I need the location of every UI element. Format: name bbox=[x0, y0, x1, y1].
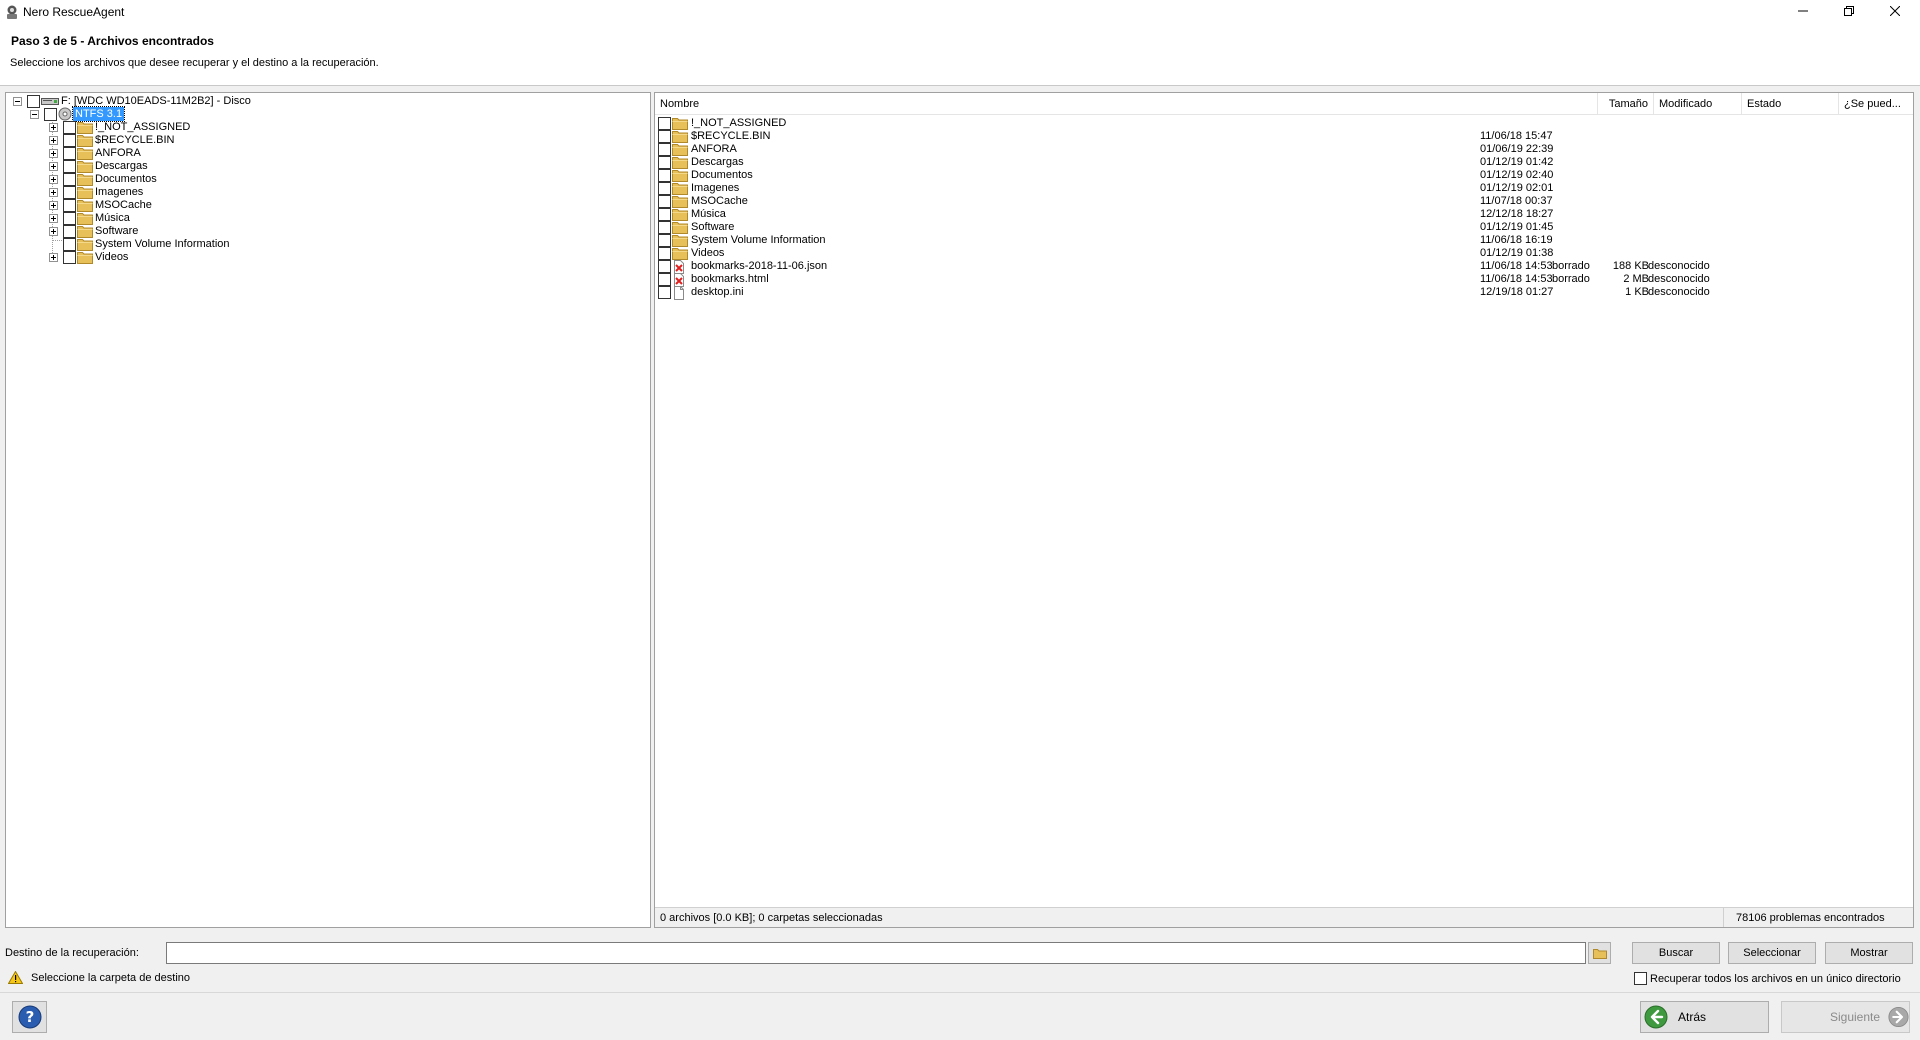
app-icon bbox=[7, 5, 17, 19]
item-name: Software bbox=[691, 221, 735, 233]
restore-button[interactable] bbox=[1826, 0, 1872, 22]
next-button[interactable]: Siguiente bbox=[1781, 1001, 1910, 1033]
file-list[interactable]: Nombre Tamaño Modificado Estado ¿Se pued… bbox=[654, 92, 1914, 928]
bottom-divider bbox=[0, 992, 1920, 993]
restore-icon bbox=[1844, 6, 1854, 16]
expand-icon[interactable] bbox=[49, 161, 58, 171]
folder-tree[interactable]: F: [WDC WD10EADS-11M2B2] - Disco NTFS 3.… bbox=[5, 92, 651, 928]
item-modified: 01/12/19 02:40 bbox=[1480, 169, 1554, 181]
column-name-header[interactable]: Nombre bbox=[655, 93, 1598, 115]
wizard-header: Paso 3 de 5 - Archivos encontrados Selec… bbox=[0, 24, 1920, 86]
next-label: Siguiente bbox=[1830, 1010, 1881, 1024]
expand-icon[interactable] bbox=[49, 252, 58, 262]
back-arrow-icon bbox=[1644, 1005, 1668, 1029]
list-status-bar: 0 archivos [0.0 KB]; 0 carpetas seleccio… bbox=[655, 907, 1913, 927]
item-state: borrado bbox=[1552, 273, 1590, 285]
show-button[interactable]: Mostrar bbox=[1825, 942, 1913, 964]
item-modified: 11/06/18 14:53 bbox=[1480, 260, 1553, 272]
window-title: Nero RescueAgent bbox=[23, 5, 125, 19]
item-recoverable: desconocido bbox=[1648, 260, 1710, 272]
select-button[interactable]: Seleccionar bbox=[1728, 942, 1816, 964]
minimize-icon bbox=[1798, 10, 1808, 12]
column-state-header[interactable]: Estado bbox=[1742, 93, 1839, 115]
item-name: ANFORA bbox=[691, 143, 737, 155]
item-name: Documentos bbox=[691, 169, 753, 181]
item-modified: 11/07/18 00:37 bbox=[1480, 195, 1553, 207]
item-name: !_NOT_ASSIGNED bbox=[691, 117, 787, 129]
warning-icon bbox=[8, 971, 23, 984]
item-modified: 01/12/19 02:01 bbox=[1480, 182, 1554, 194]
bottom-panel: Destino de la recuperación: Buscar Selec… bbox=[0, 934, 1920, 1040]
step-title: Paso 3 de 5 - Archivos encontrados bbox=[11, 34, 214, 48]
step-subtitle: Seleccione los archivos que desee recupe… bbox=[10, 57, 379, 69]
item-state: borrado bbox=[1552, 260, 1590, 272]
item-name: MSOCache bbox=[691, 195, 748, 207]
list-header: Nombre Tamaño Modificado Estado ¿Se pued… bbox=[655, 93, 1913, 115]
back-button[interactable]: Atrás bbox=[1640, 1001, 1769, 1033]
browse-folder-button[interactable] bbox=[1588, 942, 1611, 964]
folder-icon bbox=[77, 251, 93, 264]
item-recoverable: desconocido bbox=[1648, 286, 1710, 298]
problems-status-box: 78106 problemas encontrados bbox=[1723, 908, 1913, 927]
destination-input[interactable] bbox=[166, 942, 1586, 964]
search-button[interactable]: Buscar bbox=[1632, 942, 1720, 964]
expand-icon[interactable] bbox=[49, 135, 58, 145]
expand-icon[interactable] bbox=[49, 174, 58, 184]
item-name: System Volume Information bbox=[691, 234, 826, 246]
collapse-icon[interactable] bbox=[13, 96, 22, 106]
item-name: $RECYCLE.BIN bbox=[691, 130, 771, 142]
item-modified: 11/06/18 14:53 bbox=[1480, 273, 1553, 285]
next-arrow-icon bbox=[1888, 1006, 1909, 1028]
item-modified: 01/12/19 01:45 bbox=[1480, 221, 1554, 233]
single-directory-checkbox[interactable] bbox=[1634, 972, 1647, 985]
minimize-button[interactable] bbox=[1780, 0, 1826, 22]
help-button[interactable]: ? bbox=[12, 1001, 47, 1033]
item-name: Videos bbox=[691, 247, 725, 259]
single-directory-option[interactable]: Recuperar todos los archivos en un único… bbox=[1634, 972, 1901, 985]
item-modified: 12/12/18 18:27 bbox=[1480, 208, 1554, 220]
list-item[interactable]: desktop.ini 1 KB 12/19/18 01:27 desconocido bbox=[655, 285, 1913, 301]
item-name: Música bbox=[691, 208, 726, 220]
collapse-icon[interactable] bbox=[30, 109, 39, 119]
warning-text: Seleccione la carpeta de destino bbox=[31, 971, 190, 984]
main-area: F: [WDC WD10EADS-11M2B2] - Disco NTFS 3.… bbox=[0, 86, 1920, 934]
item-modified: 12/19/18 01:27 bbox=[1480, 286, 1554, 298]
expand-icon[interactable] bbox=[49, 200, 58, 210]
title-bar: Nero RescueAgent bbox=[0, 0, 1920, 24]
close-button[interactable] bbox=[1872, 0, 1918, 22]
help-icon: ? bbox=[18, 1005, 41, 1029]
item-name: Descargas bbox=[691, 156, 744, 168]
item-modified: 01/12/19 01:38 bbox=[1480, 247, 1554, 259]
folder-label: Videos bbox=[95, 251, 129, 263]
back-label: Atrás bbox=[1678, 1010, 1707, 1024]
tree-node-folder[interactable]: Videos bbox=[49, 249, 130, 265]
single-directory-label: Recuperar todos los archivos en un único… bbox=[1650, 972, 1901, 985]
expand-icon[interactable] bbox=[49, 226, 58, 236]
close-icon bbox=[1890, 6, 1900, 16]
folder-checkbox[interactable] bbox=[63, 250, 76, 264]
expand-icon[interactable] bbox=[49, 122, 58, 132]
destination-label: Destino de la recuperación: bbox=[5, 947, 139, 959]
item-modified: 01/06/19 22:39 bbox=[1480, 143, 1554, 155]
folder-icon bbox=[1592, 949, 1607, 959]
column-size-header[interactable]: Tamaño bbox=[1598, 93, 1654, 115]
svg-text:?: ? bbox=[25, 1008, 34, 1026]
column-modified-header[interactable]: Modificado bbox=[1654, 93, 1742, 115]
expand-icon[interactable] bbox=[49, 148, 58, 158]
item-modified: 11/06/18 16:19 bbox=[1480, 234, 1553, 246]
item-name: Imagenes bbox=[691, 182, 740, 194]
item-modified: 11/06/18 15:47 bbox=[1480, 130, 1553, 142]
selection-status: 0 archivos [0.0 KB]; 0 carpetas seleccio… bbox=[660, 912, 883, 924]
column-recoverable-header[interactable]: ¿Se pued... bbox=[1839, 93, 1913, 115]
problems-count: 78106 problemas encontrados bbox=[1736, 912, 1885, 924]
item-modified: 01/12/19 01:42 bbox=[1480, 156, 1554, 168]
expand-icon[interactable] bbox=[49, 187, 58, 197]
expand-icon[interactable] bbox=[49, 213, 58, 223]
item-recoverable: desconocido bbox=[1648, 273, 1710, 285]
destination-warning: Seleccione la carpeta de destino bbox=[8, 971, 190, 984]
